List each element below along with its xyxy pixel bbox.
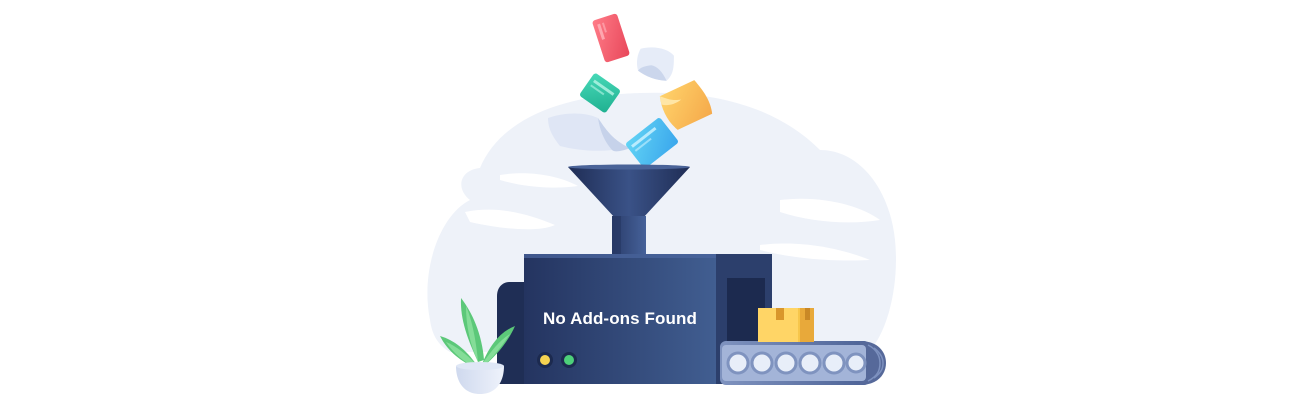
empty-state-message: No Add-ons Found [543, 309, 697, 328]
cardboard-box-icon [758, 308, 814, 342]
empty-state: No Add-ons Found [0, 0, 1300, 400]
machine-top-edge [524, 254, 716, 258]
red-card-icon [592, 13, 630, 63]
conveyor-belt [720, 341, 886, 385]
yellow-indicator-icon [540, 355, 550, 365]
green-indicator-icon [564, 355, 574, 365]
empty-state-illustration [427, 13, 896, 394]
white-paper-icon [637, 47, 674, 81]
